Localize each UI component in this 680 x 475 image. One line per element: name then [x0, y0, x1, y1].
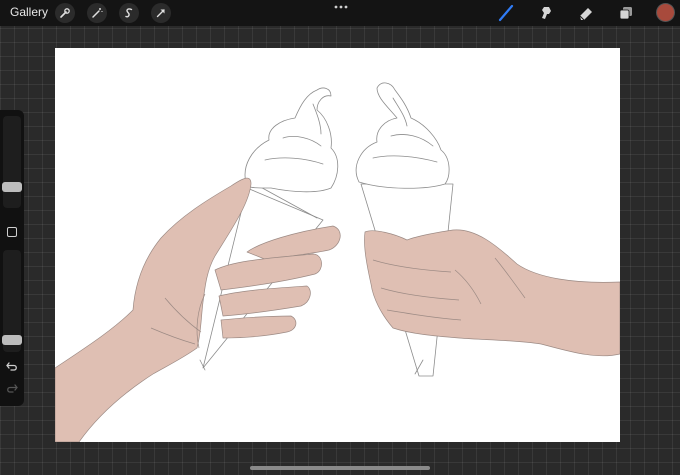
adjustments-button[interactable]: [87, 3, 107, 23]
brush-size-knob[interactable]: [2, 182, 22, 192]
modify-button[interactable]: [7, 227, 17, 237]
redo-icon[interactable]: [5, 382, 19, 394]
eraser-icon[interactable]: [577, 4, 595, 22]
brush-icon[interactable]: [497, 4, 515, 22]
magic-wand-icon: [92, 8, 103, 18]
selection-icon: [125, 8, 133, 18]
home-indicator: [250, 466, 430, 470]
selection-button[interactable]: [119, 3, 139, 23]
smudge-icon[interactable]: [537, 4, 555, 22]
undo-icon[interactable]: [5, 360, 19, 372]
right-ice-cream: [355, 82, 450, 189]
brush-size-slider[interactable]: [3, 116, 21, 208]
drawing-canvas[interactable]: [55, 48, 620, 442]
wrench-icon: [60, 8, 70, 18]
left-sidebar: [0, 110, 24, 406]
opacity-knob[interactable]: [2, 335, 22, 345]
left-ice-cream: [244, 87, 339, 193]
right-hand: [364, 229, 620, 357]
actions-button[interactable]: [55, 3, 75, 23]
artwork-illustration: [55, 82, 620, 442]
transform-arrow-icon: [156, 9, 165, 18]
layers-icon[interactable]: [617, 4, 635, 22]
transform-button[interactable]: [151, 3, 171, 23]
top-toolbar: Gallery: [0, 0, 680, 26]
color-picker-button[interactable]: [657, 4, 674, 21]
gallery-button[interactable]: Gallery: [10, 5, 48, 19]
more-options-icon[interactable]: [333, 2, 349, 12]
